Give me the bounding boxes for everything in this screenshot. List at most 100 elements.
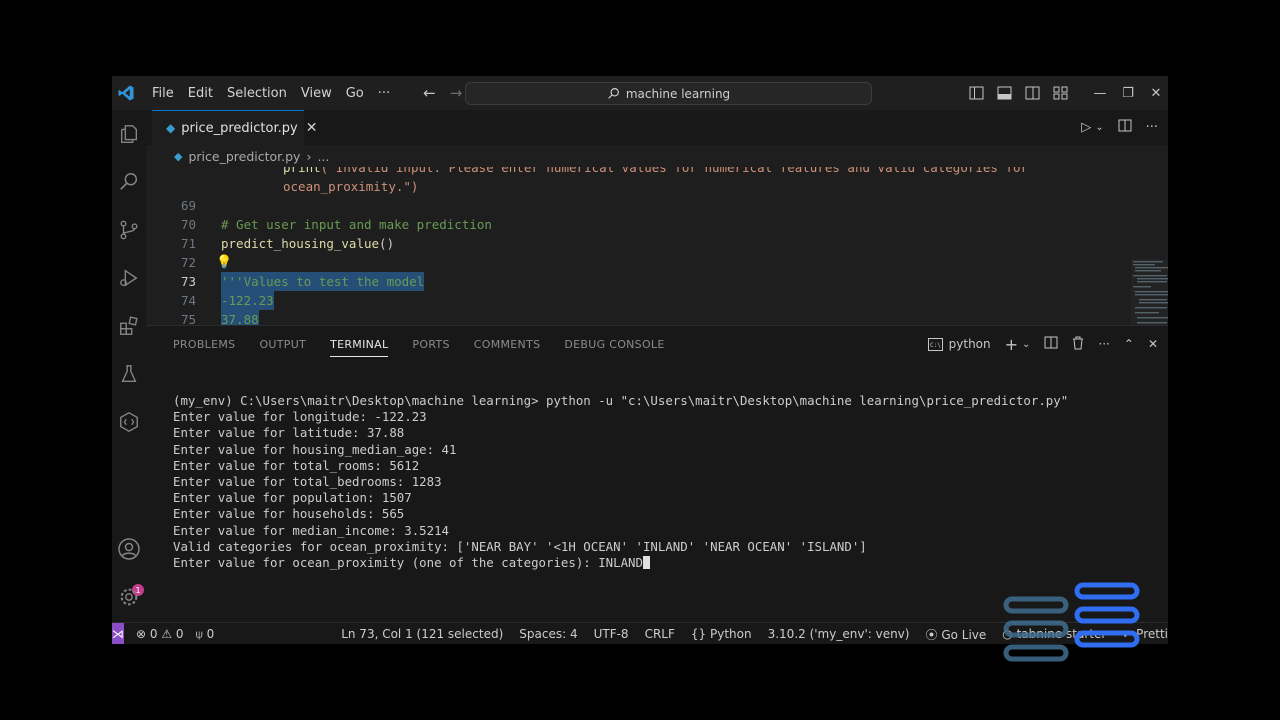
run-debug-icon[interactable] [117,266,141,290]
terminal-line: Enter value for ocean_proximity (one of … [173,555,643,571]
lightbulb-icon[interactable]: 💡 [216,253,232,272]
back-arrow-icon[interactable]: ← [423,84,436,102]
code-line: 72 💡 [146,253,1146,272]
code-line: 74 -122.23 [146,291,1146,310]
panel-more-actions-icon[interactable]: ··· [1098,337,1109,351]
terminal-line: Enter value for total_rooms: 5612 [173,457,420,473]
menu-go[interactable]: Go [339,86,371,101]
terminal-dropdown-chevron-icon[interactable]: ⌄ [1022,339,1030,350]
code-line: 71 predict_housing_value() [146,234,1146,253]
minimize-icon[interactable]: — [1092,85,1108,101]
command-center-search[interactable]: machine learning [465,82,872,105]
radio-tower-icon: ⦿ [925,627,938,642]
python-file-icon: ◆ [166,121,176,135]
line-number: 71 [180,236,196,251]
terminal-line: Enter value for latitude: 37.88 [173,425,405,441]
source-control-icon[interactable] [117,218,141,242]
close-window-icon[interactable]: ✕ [1148,85,1164,101]
new-terminal-plus-icon[interactable]: + [1005,335,1018,354]
terminal-line: (my_env) C:\Users\maitr\Desktop\machine … [173,393,1069,408]
toggle-primary-sidebar-icon[interactable] [968,85,984,101]
broadcast-icon: ⍦ [195,626,203,641]
toggle-secondary-sidebar-icon[interactable] [1024,85,1040,101]
selected-text: 37.88 [221,310,259,325]
toggle-panel-icon[interactable] [996,85,1012,101]
tab-label: price_predictor.py [181,120,298,136]
code-token: ocean_proximity.") [283,179,419,194]
restore-icon[interactable]: ❐ [1120,85,1136,101]
menu-edit[interactable]: Edit [181,86,220,101]
tab-debug-console[interactable]: DEBUG CONSOLE [564,338,664,351]
terminal-line: Valid categories for ocean_proximity: ['… [173,538,867,554]
split-terminal-icon[interactable] [1044,336,1058,352]
terminal-profile[interactable]: C:\ python [927,337,991,351]
remote-explorer-icon[interactable] [117,410,141,434]
code-line: 69 [146,196,1146,215]
code-comment: # Get user input and make prediction [221,217,492,232]
ports-count[interactable]: ⍦ 0 [196,627,215,642]
code-line: ocean_proximity.") [146,177,1146,196]
menu-selection[interactable]: Selection [220,86,294,101]
maximize-panel-chevron-up-icon[interactable]: ⌃ [1124,337,1134,351]
selected-text: '''Values to test the model [221,272,425,291]
go-live[interactable]: ⦿ Go Live [925,626,986,643]
close-tab-icon[interactable]: ✕ [306,120,318,136]
vscode-window: File Edit Selection View Go ··· ← → mach… [112,76,1168,644]
forward-arrow-icon[interactable]: → [450,84,463,102]
line-number: 70 [180,217,196,232]
menu-more[interactable]: ··· [371,86,397,101]
tab-comments[interactable]: COMMENTS [474,338,541,351]
python-interpreter[interactable]: 3.10.2 ('my_env': venv) [768,627,910,641]
menu-view[interactable]: View [294,86,339,101]
tab-price-predictor[interactable]: ◆ price_predictor.py ✕ [152,110,317,145]
tab-problems[interactable]: PROBLEMS [173,338,235,351]
search-icon[interactable] [117,170,141,194]
testing-flask-icon[interactable] [117,362,141,386]
breadcrumb: ◆ price_predictor.py › ... [146,145,1168,167]
terminal-line: Enter value for median_income: 3.5214 [173,522,450,538]
title-bar: File Edit Selection View Go ··· ← → mach… [112,76,1168,110]
extensions-icon[interactable] [117,314,141,338]
minimap[interactable] [1131,259,1168,325]
breadcrumb-more[interactable]: ... [317,149,329,164]
explorer-icon[interactable] [117,122,141,146]
close-panel-icon[interactable]: ✕ [1148,337,1158,351]
menu-file[interactable]: File [145,86,181,101]
cursor-position[interactable]: Ln 73, Col 1 (121 selected) [341,627,503,641]
search-icon [608,88,619,99]
code-editor[interactable]: print("Invalid input. Please enter numer… [146,167,1168,325]
terminal-line: Enter value for population: 1507 [173,490,412,506]
indentation[interactable]: Spaces: 4 [519,627,577,641]
run-file-icon[interactable]: ▷ [1081,120,1091,135]
settings-gear-icon[interactable] [117,585,141,609]
terminal-output[interactable]: (my_env) C:\Users\maitr\Desktop\machine … [173,393,1068,571]
channel-watermark-logo [1003,582,1140,662]
split-editor-icon[interactable] [1118,119,1132,136]
bottom-panel: PROBLEMS OUTPUT TERMINAL PORTS COMMENTS … [146,325,1168,623]
terminal-line: Enter value for housing_median_age: 41 [173,441,457,457]
code-token: print [283,167,321,175]
problems-count[interactable]: ⊗ 0 ⚠ 0 [136,627,184,641]
vscode-logo-icon [115,82,137,104]
breadcrumb-file[interactable]: price_predictor.py [188,149,300,164]
tab-terminal[interactable]: TERMINAL [330,338,389,357]
remote-indicator-icon[interactable]: ⋊ [112,623,124,644]
accounts-icon[interactable] [117,537,141,561]
customize-layout-icon[interactable] [1052,85,1068,101]
ports-count-value: 0 [206,626,215,641]
editor-more-actions-icon[interactable]: ··· [1146,120,1158,135]
line-endings[interactable]: CRLF [645,627,675,641]
tab-ports[interactable]: PORTS [412,338,449,351]
python-file-icon: ◆ [174,149,183,163]
encoding[interactable]: UTF-8 [594,627,629,641]
menu-bar: File Edit Selection View Go ··· [145,86,397,101]
code-token: ("Invalid input. Please enter numerical … [320,167,1029,175]
terminal-cursor [642,556,650,570]
terminal-line: Enter value for households: 565 [173,506,405,522]
language-label: Python [709,627,752,641]
run-dropdown-chevron-icon[interactable]: ⌄ [1095,122,1103,133]
tab-output[interactable]: OUTPUT [259,338,306,351]
language-mode[interactable]: {} Python [691,627,752,641]
line-number: 73 [180,274,196,289]
kill-terminal-trash-icon[interactable] [1072,336,1084,353]
